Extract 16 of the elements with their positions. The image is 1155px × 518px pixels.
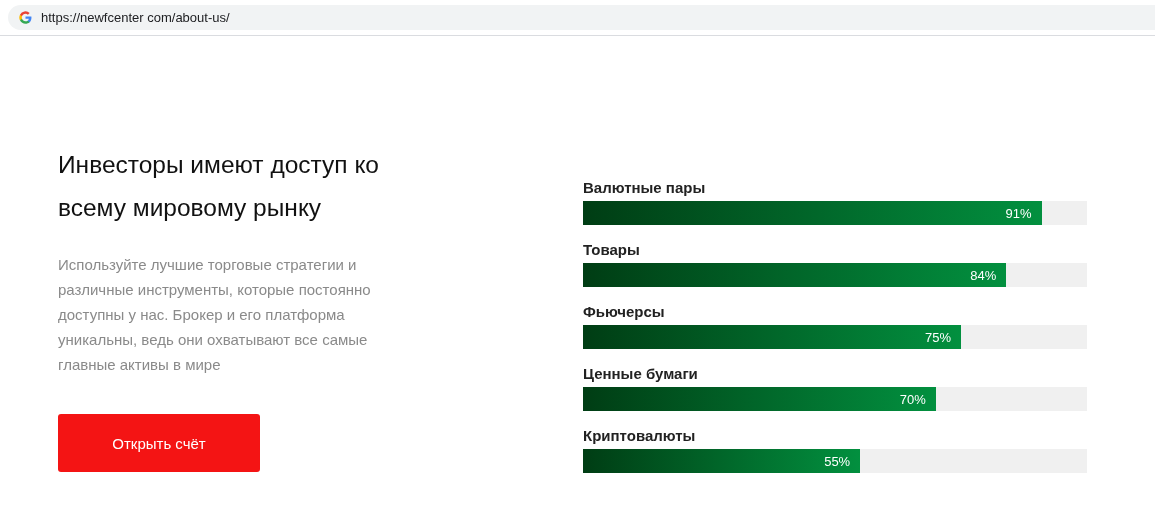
- open-account-button[interactable]: Открыть счёт: [58, 414, 260, 472]
- bar-label: Криптовалюты: [583, 427, 697, 444]
- url-text: https://newfcenter com/about-us/: [41, 10, 230, 25]
- percent-label: 55%: [824, 453, 851, 469]
- bar-label: Валютные пары: [583, 179, 707, 196]
- percent-label: 70%: [899, 391, 926, 407]
- section-heading: Инвесторы имеют доступ ко всему мировому рынку: [58, 150, 380, 223]
- bar-label: Товары: [583, 241, 641, 258]
- bar-label: Ценные бумаги: [583, 365, 699, 382]
- address-bar[interactable]: https://newfcenter com/about-us/: [8, 5, 1155, 30]
- bar-label: Фьючерсы: [583, 303, 666, 320]
- percent-label: 75%: [924, 329, 951, 345]
- percent-label: 84%: [970, 267, 997, 283]
- google-icon: [19, 11, 32, 24]
- section-description: Используйте лучшие торговые стратегии и различные инструменты, которые постоянно доступны у нас. Брокер и его платформа уникальны, ведь они охватывают все самые главные активы в мире: [58, 255, 372, 375]
- percent-label: 91%: [1005, 205, 1032, 221]
